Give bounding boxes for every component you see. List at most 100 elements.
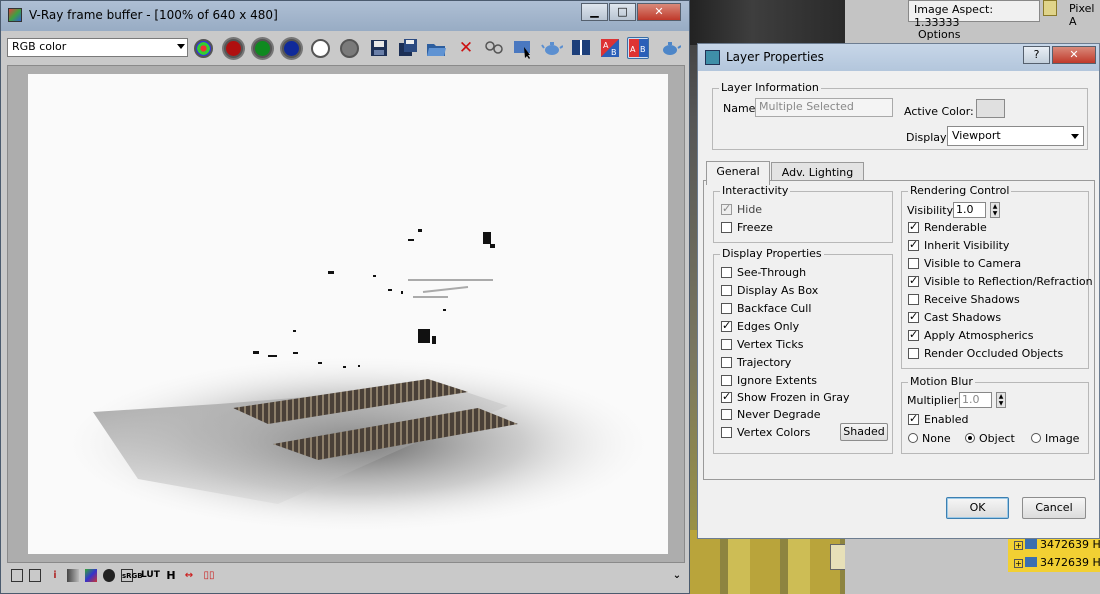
shaded-button[interactable]: Shaded: [840, 423, 888, 441]
dialog-title: Layer Properties: [726, 50, 824, 64]
maximize-button[interactable]: □: [609, 3, 636, 21]
compare-ab-icon[interactable]: [570, 37, 592, 59]
pixel-aspect-icon[interactable]: ↔: [183, 569, 195, 582]
display-value: Viewport: [952, 129, 1001, 142]
vray-frame-buffer-window: V-Ray frame buffer - [100% of 640 x 480]…: [0, 0, 690, 594]
display-label: Display:: [906, 131, 950, 144]
image-aspect-field[interactable]: Image Aspect: 1.33333: [908, 0, 1040, 29]
display-icon[interactable]: [11, 569, 23, 582]
motion-blur-object-radio[interactable]: Object: [965, 432, 1015, 448]
ok-button[interactable]: OK: [946, 497, 1009, 519]
close-button[interactable]: ✕: [637, 3, 681, 21]
multiplier-spinner[interactable]: 1.0: [959, 392, 992, 408]
svg-text:A: A: [630, 45, 636, 54]
vertex-colors-checkbox[interactable]: Vertex Colors: [721, 426, 810, 442]
chevron-down-icon: [177, 44, 185, 49]
motion-blur-image-radio[interactable]: Image: [1031, 432, 1079, 448]
active-color-label: Active Color:: [904, 105, 974, 118]
a-b-vertical-icon[interactable]: AB: [627, 37, 649, 59]
blue-channel-icon[interactable]: [282, 39, 301, 58]
ignore-extents-checkbox[interactable]: Ignore Extents: [721, 374, 817, 390]
lock-icon[interactable]: [1043, 0, 1057, 16]
render-last-icon[interactable]: [659, 37, 682, 59]
inherit-visibility-checkbox[interactable]: Inherit Visibility: [908, 238, 1009, 255]
scene-tree: +3472639 Hy +3472639 Hy: [1008, 536, 1100, 572]
expand-panel-icon[interactable]: ⌄: [671, 569, 683, 582]
alpha-channel-icon[interactable]: [311, 39, 330, 58]
motion-blur-none-radio[interactable]: None: [908, 432, 951, 448]
visible-to-reflection-checkbox[interactable]: Visible to Reflection/Refraction: [908, 274, 1093, 291]
srgb-icon[interactable]: sRGB: [121, 569, 143, 582]
chevron-down-icon: [1067, 127, 1083, 145]
receive-shadows-checkbox[interactable]: Receive Shadows: [908, 293, 1020, 309]
never-degrade-checkbox[interactable]: Never Degrade: [721, 408, 821, 424]
a-b-horizontal-icon[interactable]: AB: [599, 37, 621, 59]
dialog-title-bar[interactable]: Layer Properties ? ✕: [698, 44, 1099, 71]
cast-shadows-checkbox[interactable]: Cast Shadows: [908, 310, 1001, 327]
visibility-spinner-arrows[interactable]: ▲ ▼: [990, 202, 1000, 218]
visible-to-camera-checkbox[interactable]: Visible to Camera: [908, 257, 1021, 273]
layer-name-field[interactable]: Multiple Selected: [755, 98, 893, 117]
red-channel-icon[interactable]: [224, 39, 243, 58]
display-dropdown[interactable]: Viewport: [947, 126, 1084, 146]
renderable-checkbox[interactable]: Renderable: [908, 220, 987, 237]
vfb-title-bar[interactable]: V-Ray frame buffer - [100% of 640 x 480]…: [1, 1, 689, 31]
trajectory-checkbox[interactable]: Trajectory: [721, 356, 791, 372]
save-all-icon[interactable]: [397, 37, 419, 59]
tab-general[interactable]: General: [706, 161, 770, 185]
info-icon[interactable]: i: [49, 569, 61, 582]
channel-dropdown[interactable]: RGB color: [7, 38, 188, 57]
multiplier-spinner-arrows[interactable]: ▲ ▼: [996, 392, 1006, 408]
region-render-icon[interactable]: [512, 37, 534, 59]
rgb-channels-icon[interactable]: [194, 39, 213, 58]
pixel-aspect-label: Pixel A: [1069, 2, 1095, 28]
freeze-checkbox[interactable]: Freeze: [721, 221, 773, 237]
vfb-status-bar: i sRGB LUT H ↔ ▯▯ ⌄: [7, 566, 687, 586]
h-icon[interactable]: H: [165, 569, 177, 582]
backface-cull-checkbox[interactable]: Backface Cull: [721, 302, 811, 318]
hide-checkbox[interactable]: Hide: [721, 202, 762, 219]
track-mouse-icon[interactable]: [483, 37, 505, 59]
vertex-ticks-checkbox[interactable]: Vertex Ticks: [721, 338, 803, 354]
green-channel-icon[interactable]: [253, 39, 272, 58]
minimize-button[interactable]: ▁: [581, 3, 608, 21]
layer-properties-dialog: Layer Properties ? ✕ Layer Information N…: [697, 43, 1100, 539]
levels-icon[interactable]: [67, 569, 79, 582]
mono-channel-icon[interactable]: [340, 39, 359, 58]
lut-icon[interactable]: LUT: [141, 569, 160, 582]
motion-blur-enabled-checkbox[interactable]: Enabled: [908, 412, 968, 429]
see-through-checkbox[interactable]: See-Through: [721, 266, 806, 282]
render-occluded-checkbox[interactable]: Render Occluded Objects: [908, 347, 1063, 363]
render-teapot-icon[interactable]: [541, 37, 564, 59]
multiplier-label: Multiplier:: [907, 394, 962, 407]
close-button[interactable]: ✕: [1052, 46, 1096, 64]
active-color-swatch[interactable]: [976, 99, 1005, 118]
3dsmax-icon: [705, 50, 720, 65]
clear-image-icon[interactable]: ✕: [455, 37, 477, 59]
display-as-box-checkbox[interactable]: Display As Box: [721, 284, 818, 300]
stereo-icon[interactable]: ▯▯: [203, 569, 215, 582]
help-button[interactable]: ?: [1023, 46, 1050, 64]
show-frozen-in-gray-checkbox[interactable]: Show Frozen in Gray: [721, 390, 850, 407]
open-folder-icon[interactable]: [425, 37, 447, 59]
visibility-spinner[interactable]: 1.0: [953, 202, 986, 218]
vfb-title: V-Ray frame buffer - [100% of 640 x 480]: [29, 8, 278, 22]
expand-icon[interactable]: +: [1014, 559, 1023, 568]
image-aspect-label: Image Aspect:: [914, 3, 994, 16]
interactivity-legend: Interactivity: [720, 184, 791, 197]
svg-text:B: B: [611, 48, 617, 57]
layer-icon: [1025, 557, 1037, 567]
curves-icon[interactable]: [85, 569, 97, 582]
rendered-image[interactable]: [28, 74, 668, 554]
display-properties-legend: Display Properties: [720, 247, 824, 260]
history-icon[interactable]: [29, 569, 41, 582]
exposure-icon[interactable]: [103, 569, 115, 582]
save-icon[interactable]: [368, 37, 390, 59]
name-label: Name:: [723, 102, 760, 115]
edges-only-checkbox[interactable]: Edges Only: [721, 319, 799, 336]
tree-row[interactable]: +3472639 Hy: [1008, 554, 1100, 572]
cancel-button[interactable]: Cancel: [1022, 497, 1086, 519]
options-label: Options: [918, 28, 961, 41]
expand-icon[interactable]: +: [1014, 541, 1023, 550]
apply-atmospherics-checkbox[interactable]: Apply Atmospherics: [908, 328, 1033, 345]
